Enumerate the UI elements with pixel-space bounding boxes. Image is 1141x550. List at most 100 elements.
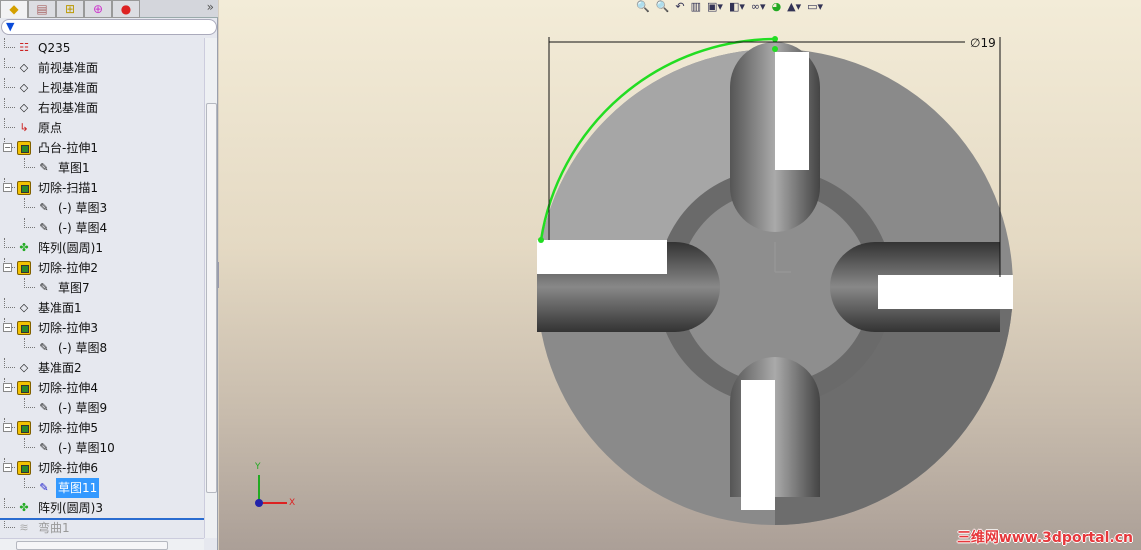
tree-item-label: 前视基准面 — [38, 61, 99, 75]
plane-icon: ◇ — [19, 101, 29, 114]
graphics-viewport[interactable]: 🔍 🔍 ↶ ▥ ▣▾ ◧▾ ∞▾ ◕ ▲▾ ▭▾ ∅19 Y X 三维网www.… — [219, 0, 1141, 550]
tree-item-label: (-) 草图8 — [58, 341, 108, 355]
tree-connector — [24, 438, 35, 448]
expand-toggle[interactable]: − — [3, 143, 12, 152]
expand-toggle[interactable]: − — [3, 463, 12, 472]
tree-item[interactable]: 凸台-拉伸1 — [16, 138, 100, 158]
cut-extrude-icon — [16, 460, 32, 476]
feature-manager-tab[interactable]: ◆ — [0, 0, 28, 18]
scroll-thumb[interactable] — [206, 103, 217, 493]
filter-input[interactable]: ▼ — [1, 19, 217, 35]
tree-item[interactable]: ☷ Q235 — [16, 38, 72, 58]
tree-item-label: 凸台-拉伸1 — [38, 141, 98, 155]
sketch-icon: ✎ — [39, 281, 49, 294]
tree-connector — [4, 498, 15, 508]
tree-item[interactable]: 切除-拉伸4 — [16, 378, 100, 398]
tree-item-label: (-) 草图3 — [58, 201, 108, 215]
tree-item-label: (-) 草图4 — [58, 221, 108, 235]
triad — [255, 475, 287, 507]
tree-item[interactable]: ✎ 草图11 — [36, 478, 100, 498]
vertical-scrollbar[interactable] — [204, 38, 217, 538]
tree-item[interactable]: ✤ 阵列(圆周)3 — [16, 498, 105, 518]
watermark: 三维网www.3dportal.cn — [956, 530, 1133, 546]
tree-item[interactable]: ◇ 上视基准面 — [16, 78, 100, 98]
tree-item[interactable]: ✎ (-) 草图8 — [36, 338, 109, 358]
tree-item[interactable]: ✎ 草图1 — [36, 158, 92, 178]
tree-item[interactable]: ↳ 原点 — [16, 118, 64, 138]
tree-connector — [24, 198, 35, 208]
tree-item[interactable]: ◇ 基准面1 — [16, 298, 84, 318]
tree-item[interactable]: ◇ 前视基准面 — [16, 58, 100, 78]
configuration-manager-tab[interactable]: ⊞ — [56, 0, 84, 18]
axis-x-label: X — [289, 498, 296, 508]
tree-item-label: 切除-扫描1 — [38, 181, 98, 195]
tree-item-label: 基准面2 — [38, 361, 82, 375]
rollback-bar[interactable] — [0, 518, 204, 520]
tree-item-label: 右视基准面 — [38, 101, 99, 115]
slot-right — [878, 275, 1013, 309]
tree-item[interactable]: ≋ 弯曲1 — [16, 518, 72, 538]
display-manager-tab[interactable]: ● — [112, 0, 140, 18]
tree-item[interactable]: ◇ 右视基准面 — [16, 98, 100, 118]
scroll-thumb-h[interactable] — [16, 541, 168, 550]
sketch-icon: ✎ — [39, 161, 49, 174]
dimxpert-tab[interactable]: ⊕ — [84, 0, 112, 18]
expand-toggle[interactable]: − — [3, 423, 12, 432]
property-manager-tab[interactable]: ▤ — [28, 0, 56, 18]
tree-connector — [4, 298, 15, 308]
material-icon: ☷ — [19, 41, 29, 54]
flex-icon: ≋ — [19, 521, 29, 534]
tree-connector — [4, 118, 15, 128]
feature-manager-panel: ◆ ▤ ⊞ ⊕ ● » ▼ ☷ Q235 ◇ 前视基准面 ◇ 上视基准面 ◇ 右视基准面 ↳ 原点… — [0, 0, 218, 550]
tree-connector — [4, 358, 15, 368]
tree-item[interactable]: 切除-拉伸5 — [16, 418, 100, 438]
diameter-dimension[interactable]: ∅19 — [970, 36, 996, 50]
more-tabs-button[interactable]: » — [207, 0, 214, 14]
tree-connector — [4, 238, 15, 248]
expand-toggle[interactable]: − — [3, 183, 12, 192]
cut-extrude-icon — [16, 380, 32, 396]
tree-connector — [24, 398, 35, 408]
tree-item[interactable]: ✎ (-) 草图4 — [36, 218, 109, 238]
plane-icon: ◇ — [19, 301, 29, 314]
horizontal-scrollbar[interactable] — [0, 538, 204, 550]
sketch-icon: ✎ — [39, 481, 49, 494]
tree-item[interactable]: 切除-扫描1 — [16, 178, 100, 198]
tree-item[interactable]: ✎ 草图7 — [36, 278, 92, 298]
tree-item[interactable]: ✎ (-) 草图9 — [36, 398, 109, 418]
sketch-icon: ✎ — [39, 401, 49, 414]
circular-pattern-icon: ✤ — [19, 241, 29, 254]
tree-connector — [24, 218, 35, 228]
tree-item[interactable]: 切除-拉伸2 — [16, 258, 100, 278]
tree-connector — [4, 38, 15, 48]
tree-item-label: 原点 — [38, 121, 63, 135]
tree-item[interactable]: ✎ (-) 草图10 — [36, 438, 117, 458]
expand-toggle[interactable]: − — [3, 263, 12, 272]
tree-item[interactable]: 切除-拉伸6 — [16, 458, 100, 478]
plane-icon: ◇ — [19, 61, 29, 74]
expand-toggle[interactable]: − — [3, 383, 12, 392]
tree-item-label: (-) 草图9 — [58, 401, 108, 415]
filter-icon: ▼ — [6, 20, 15, 33]
tree-connector — [24, 278, 35, 288]
cut-extrude-icon — [16, 320, 32, 336]
cut-extrude-icon — [16, 260, 32, 276]
tree-item-label: 草图11 — [56, 478, 100, 498]
slot-bottom — [741, 380, 775, 510]
tree-item-label: (-) 草图10 — [58, 441, 115, 455]
sketch-icon: ✎ — [39, 441, 49, 454]
cut-extrude-icon — [16, 420, 32, 436]
tree-item-label: 基准面1 — [38, 301, 82, 315]
expand-toggle[interactable]: − — [3, 323, 12, 332]
tree-item[interactable]: ✤ 阵列(圆周)1 — [16, 238, 105, 258]
tree-item-label: 切除-拉伸5 — [38, 421, 98, 435]
tree-item-label: 阵列(圆周)1 — [38, 241, 103, 255]
tree-item[interactable]: ✎ (-) 草图3 — [36, 198, 109, 218]
tree-item[interactable]: 切除-拉伸3 — [16, 318, 100, 338]
cut-sweep-icon — [16, 180, 32, 196]
tree-item[interactable]: ◇ 基准面2 — [16, 358, 84, 378]
slot-left — [537, 240, 667, 274]
panel-tabs: ◆ ▤ ⊞ ⊕ ● » — [0, 0, 218, 18]
tree-item-label: 切除-拉伸4 — [38, 381, 98, 395]
part-model[interactable] — [219, 0, 1141, 550]
